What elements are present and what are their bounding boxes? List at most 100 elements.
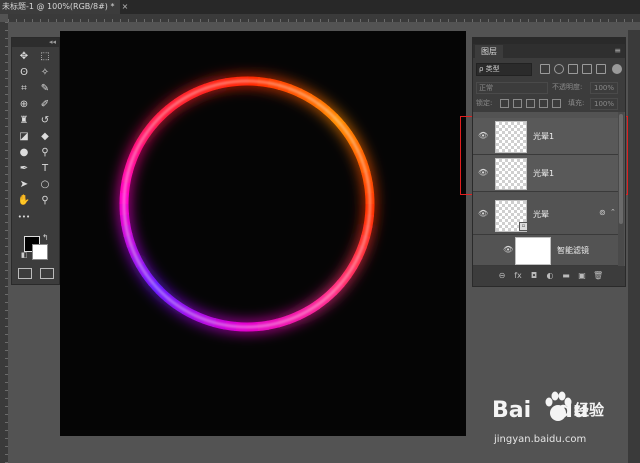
layers-tab-row: 图层 ≡ — [473, 44, 625, 58]
eraser-icon[interactable]: ◪ — [16, 130, 32, 144]
adjustment-filter-icon[interactable] — [554, 64, 564, 74]
filter-mask-thumbnail — [515, 237, 551, 265]
type-filter-icon[interactable] — [568, 64, 578, 74]
brush-tool-icon[interactable]: ✐ — [37, 98, 53, 112]
ring-segment — [257, 79, 271, 85]
eye-icon[interactable]: 👁 — [478, 209, 488, 218]
eye-icon[interactable]: 👁 — [478, 168, 488, 177]
fill-field[interactable]: 100% — [590, 98, 618, 110]
ring-segment — [366, 214, 372, 228]
layers-panel: 图层 ≡ ρ 类型 正常 不透明度: 100% 锁定: 填充: 100% 👁 光… — [472, 37, 626, 287]
layer-name[interactable]: 光晕1 — [533, 168, 554, 179]
ring-segment — [122, 180, 128, 194]
folder-icon[interactable]: ▬ — [561, 271, 571, 280]
stamp-tool-icon[interactable]: ♜ — [16, 114, 32, 128]
lock-all-icon[interactable] — [552, 99, 561, 108]
layer-name[interactable]: 光晕1 — [533, 131, 554, 142]
blur-tool-icon[interactable]: ● — [16, 146, 32, 160]
chevron-up-icon[interactable]: ⌃ — [610, 208, 616, 216]
layer-list-scrollbar[interactable] — [618, 112, 624, 266]
layer-filter-row: ρ 类型 — [476, 63, 624, 76]
ring-segment — [367, 203, 372, 217]
eyedropper-icon[interactable]: ✎ — [37, 82, 53, 96]
filter-toggle-icon[interactable] — [612, 64, 622, 74]
layer-row[interactable]: 👁 光晕1 — [473, 155, 618, 192]
lock-image-icon[interactable] — [513, 99, 522, 108]
new-layer-icon[interactable]: ▣ — [577, 271, 587, 280]
lock-label: 锁定: — [476, 99, 493, 107]
ellipse-tool-icon[interactable]: ○ — [37, 178, 53, 192]
screen-mode-icon[interactable] — [40, 268, 54, 279]
magic-wand-icon[interactable]: ✧ — [37, 66, 53, 80]
ring-segment — [234, 324, 248, 329]
smart-object-filter-icon[interactable] — [596, 64, 606, 74]
document-tab[interactable]: 未标题-1 @ 100%(RGB/8#) * — [0, 0, 120, 14]
layer-filter-select[interactable]: ρ 类型 — [476, 63, 532, 76]
eye-icon[interactable]: 👁 — [503, 245, 513, 254]
swap-colors-icon[interactable]: ↰ — [42, 233, 49, 242]
close-icon[interactable]: × — [120, 0, 130, 14]
tools-panel: ◂◂ ✥ ⬚ ʘ ✧ ⌗ ✎ ⊕ ✐ ♜ ↺ ◪ ◆ ● ⚲ ✒ T ➤ ○ ✋ ⚲ ••• ↰ ◧ — [11, 37, 60, 285]
lock-artboard-icon[interactable] — [539, 99, 548, 108]
background-color-swatch[interactable] — [32, 244, 48, 260]
zoom-tool-icon[interactable]: ⚲ — [37, 194, 53, 208]
ring-segment — [223, 323, 237, 329]
path-select-icon[interactable]: ➤ — [16, 178, 32, 192]
tools-panel-collapse-icon[interactable]: ◂◂ — [12, 38, 59, 47]
ring-segment — [225, 79, 239, 85]
panel-menu-icon[interactable]: ≡ — [614, 46, 621, 55]
ring-segment — [366, 182, 372, 196]
lasso-tool-icon[interactable]: ʘ — [16, 66, 32, 80]
layer-thumbnail — [495, 158, 527, 190]
eye-icon[interactable]: 👁 — [478, 131, 488, 140]
blend-row: 正常 不透明度: 100% — [476, 82, 624, 94]
document-canvas[interactable] — [60, 31, 466, 436]
layer-name[interactable]: 光晕 — [533, 209, 549, 220]
quick-mask-icon[interactable] — [18, 268, 32, 279]
pen-tool-icon[interactable]: ✒ — [16, 162, 32, 176]
watermark-url: jingyan.baidu.com — [494, 434, 587, 445]
opacity-field[interactable]: 100% — [590, 82, 618, 94]
layer-thumbnail — [495, 121, 527, 153]
trash-icon[interactable]: 🗑 — [593, 271, 603, 280]
mask-icon[interactable]: ◘ — [529, 271, 539, 280]
type-tool-icon[interactable]: T — [37, 162, 53, 176]
crop-tool-icon[interactable]: ⌗ — [16, 82, 32, 96]
default-colors-icon[interactable]: ◧ — [21, 251, 28, 259]
horizontal-ruler — [8, 14, 640, 22]
layer-row[interactable]: 👁 智能滤镜 — [473, 235, 618, 266]
layer-list: 👁 光晕1 👁 光晕1 👁 ▫ 光晕 ⊚ ⌃ 👁 智能滤镜 — [473, 112, 625, 266]
tab-layers[interactable]: 图层 — [475, 45, 503, 58]
marquee-tool-icon[interactable]: ⬚ — [37, 50, 53, 64]
fill-label: 填充: — [568, 99, 585, 107]
healing-brush-icon[interactable]: ⊕ — [16, 98, 32, 112]
layer-row[interactable]: 👁 ▫ 光晕 ⊚ ⌃ — [473, 196, 618, 235]
smart-object-icon: ▫ — [519, 222, 528, 231]
document-tab-bar: 未标题-1 @ 100%(RGB/8#) * × — [0, 0, 640, 14]
hand-tool-icon[interactable]: ✋ — [16, 194, 32, 208]
pixel-filter-icon[interactable] — [540, 64, 550, 74]
fx-icon[interactable]: fx — [513, 271, 523, 280]
move-tool-icon[interactable]: ✥ — [16, 50, 32, 64]
adjustment-icon[interactable]: ◐ — [545, 271, 555, 280]
panel-dock-strip — [628, 30, 640, 463]
smart-filter-label[interactable]: 智能滤镜 — [557, 245, 589, 256]
scrollbar-thumb[interactable] — [619, 114, 623, 224]
opacity-label: 不透明度: — [552, 83, 583, 91]
shape-filter-icon[interactable] — [582, 64, 592, 74]
glow-ring — [119, 76, 375, 332]
document-tab-title: 未标题-1 @ 100%(RGB/8#) * — [2, 2, 115, 11]
layer-row[interactable]: 👁 光晕1 — [473, 118, 618, 155]
ring-segment — [246, 79, 260, 84]
smart-filter-badge-icon[interactable]: ⊚ — [599, 208, 606, 217]
dodge-tool-icon[interactable]: ⚲ — [37, 146, 53, 160]
more-tools-icon[interactable]: ••• — [16, 210, 32, 224]
history-brush-icon[interactable]: ↺ — [37, 114, 53, 128]
blend-mode-select[interactable]: 正常 — [476, 82, 548, 94]
layers-bottom-toolbar: ⊖ fx ◘ ◐ ▬ ▣ 🗑 — [473, 268, 625, 286]
lock-row: 锁定: 填充: 100% — [476, 98, 624, 110]
lock-transparent-icon[interactable] — [500, 99, 509, 108]
lock-position-icon[interactable] — [526, 99, 535, 108]
paint-bucket-icon[interactable]: ◆ — [37, 130, 53, 144]
link-icon[interactable]: ⊖ — [497, 271, 507, 280]
